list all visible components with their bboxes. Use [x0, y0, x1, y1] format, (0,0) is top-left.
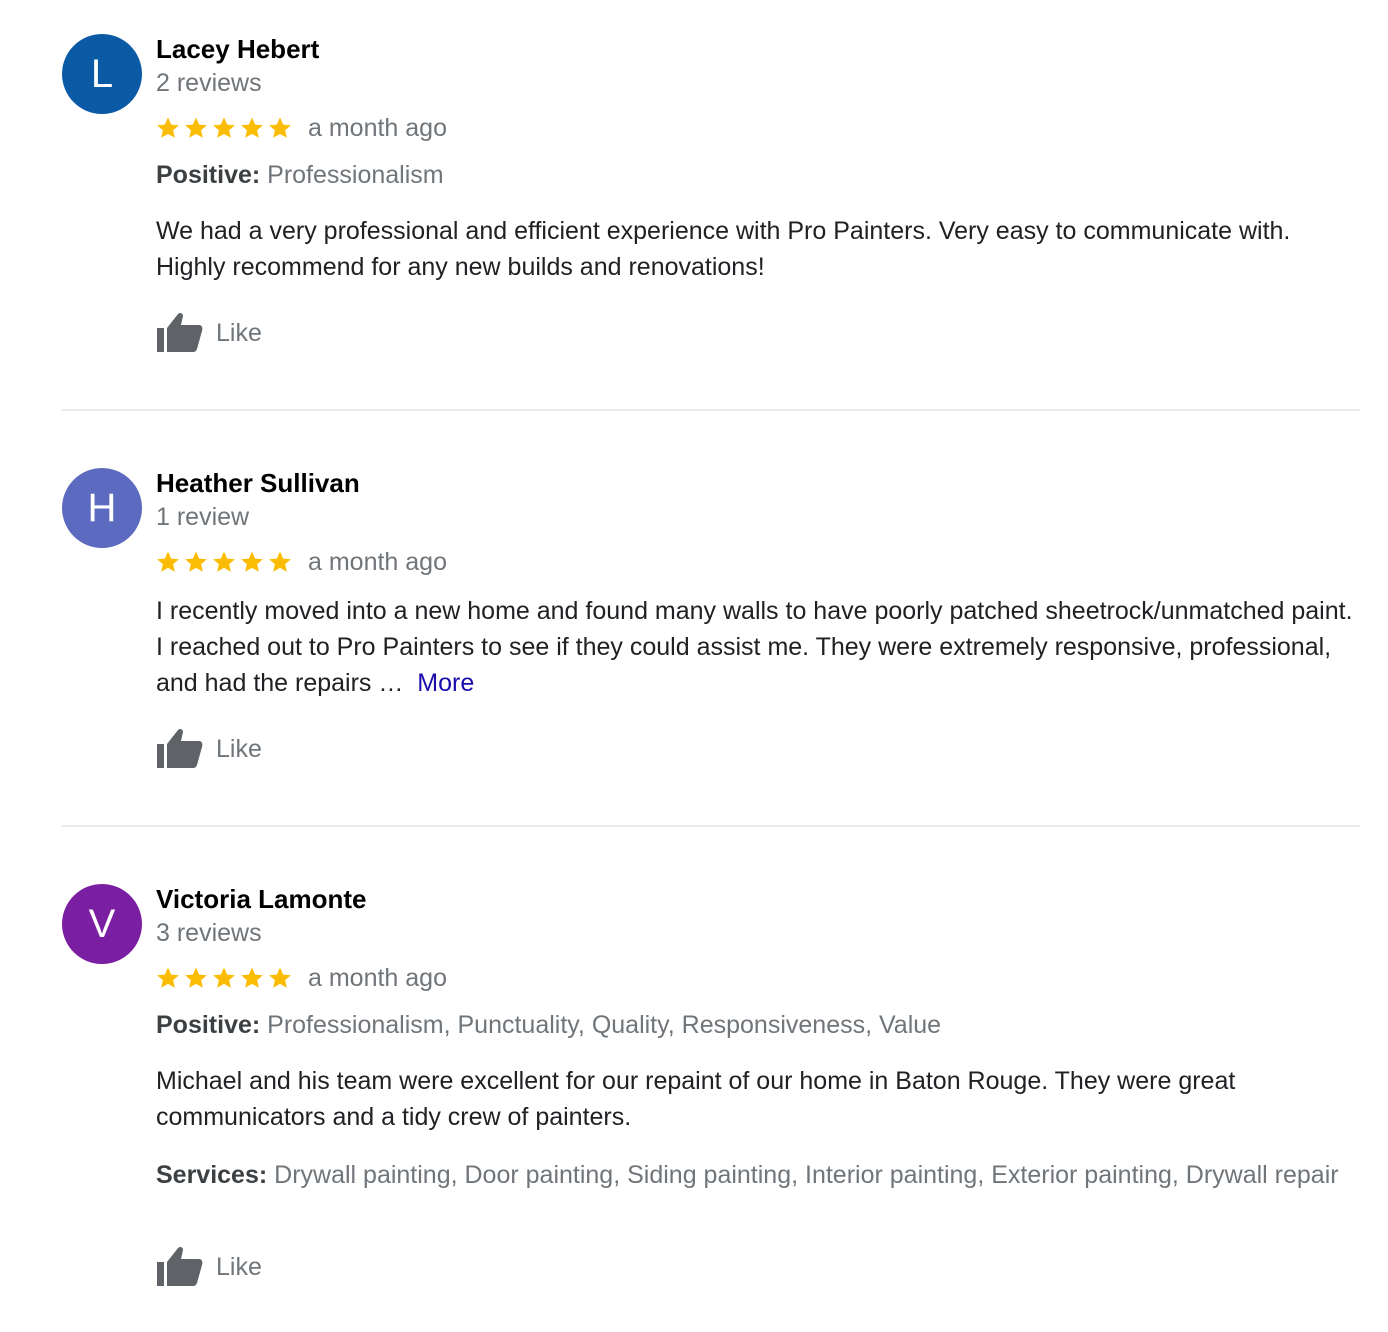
services-label: Services: — [156, 1161, 268, 1189]
star-icon — [185, 117, 207, 138]
positive-attributes: Positive: Professionalism, Punctuality, … — [156, 1010, 1346, 1040]
star-icon — [213, 551, 235, 572]
like-button[interactable]: Like — [156, 726, 262, 772]
review-text: We had a very professional and efficient… — [156, 217, 1291, 281]
positive-value: Professionalism, Punctuality, Quality, R… — [260, 1011, 942, 1039]
like-button[interactable]: Like — [156, 1244, 262, 1290]
avatar[interactable]: V — [62, 884, 142, 964]
review-text-content: I recently moved into a new home and fou… — [156, 597, 1353, 697]
review-time: a month ago — [308, 113, 447, 142]
divider — [62, 825, 1360, 827]
positive-label: Positive: — [156, 1011, 261, 1039]
services-value: Drywall painting, Door painting, Siding … — [267, 1161, 1339, 1189]
review-time: a month ago — [308, 547, 447, 576]
star-icon — [185, 551, 207, 572]
star-icon — [157, 117, 179, 138]
star-icon — [269, 117, 291, 138]
thumbs-up-icon — [157, 312, 203, 352]
star-rating — [156, 550, 296, 574]
thumbs-up-icon — [157, 1246, 203, 1286]
avatar[interactable]: L — [62, 34, 142, 114]
review-card: L Lacey Hebert 2 reviews a month ago Pos… — [0, 0, 1388, 410]
like-label: Like — [216, 318, 262, 347]
like-label: Like — [216, 734, 262, 763]
reviewer-name[interactable]: Victoria Lamonte — [156, 884, 366, 914]
like-button[interactable]: Like — [156, 310, 262, 356]
review-count: 1 review — [156, 503, 250, 531]
star-icon — [213, 117, 235, 138]
star-icon — [241, 117, 263, 138]
review-text: I recently moved into a new home and fou… — [156, 593, 1356, 701]
rating-row: a month ago — [156, 113, 447, 143]
like-label: Like — [216, 1252, 262, 1281]
thumbs-up-icon — [157, 728, 203, 768]
positive-attributes: Positive: Professionalism — [156, 160, 1346, 190]
positive-label: Positive: — [156, 161, 261, 189]
star-icon — [213, 967, 235, 988]
star-icon — [241, 967, 263, 988]
reviewer-name[interactable]: Heather Sullivan — [156, 468, 360, 498]
review-card: H Heather Sullivan 1 review a month ago … — [0, 434, 1388, 826]
star-rating — [156, 966, 296, 990]
review-time: a month ago — [308, 963, 447, 992]
star-icon — [185, 967, 207, 988]
star-icon — [157, 967, 179, 988]
review-count: 3 reviews — [156, 919, 262, 947]
positive-value: Professionalism — [260, 161, 444, 189]
divider — [62, 409, 1360, 411]
services-attributes: Services: Drywall painting, Door paintin… — [156, 1160, 1346, 1190]
review-card: V Victoria Lamonte 3 reviews a month ago… — [0, 850, 1388, 1332]
avatar[interactable]: H — [62, 468, 142, 548]
star-icon — [241, 551, 263, 572]
star-icon — [157, 551, 179, 572]
rating-row: a month ago — [156, 963, 447, 993]
star-icon — [269, 551, 291, 572]
reviewer-name[interactable]: Lacey Hebert — [156, 34, 319, 64]
review-count: 2 reviews — [156, 69, 262, 97]
rating-row: a month ago — [156, 547, 447, 577]
star-rating — [156, 116, 296, 140]
more-link[interactable]: More — [417, 669, 474, 697]
review-text: Michael and his team were excellent for … — [156, 1067, 1236, 1131]
star-icon — [269, 967, 291, 988]
